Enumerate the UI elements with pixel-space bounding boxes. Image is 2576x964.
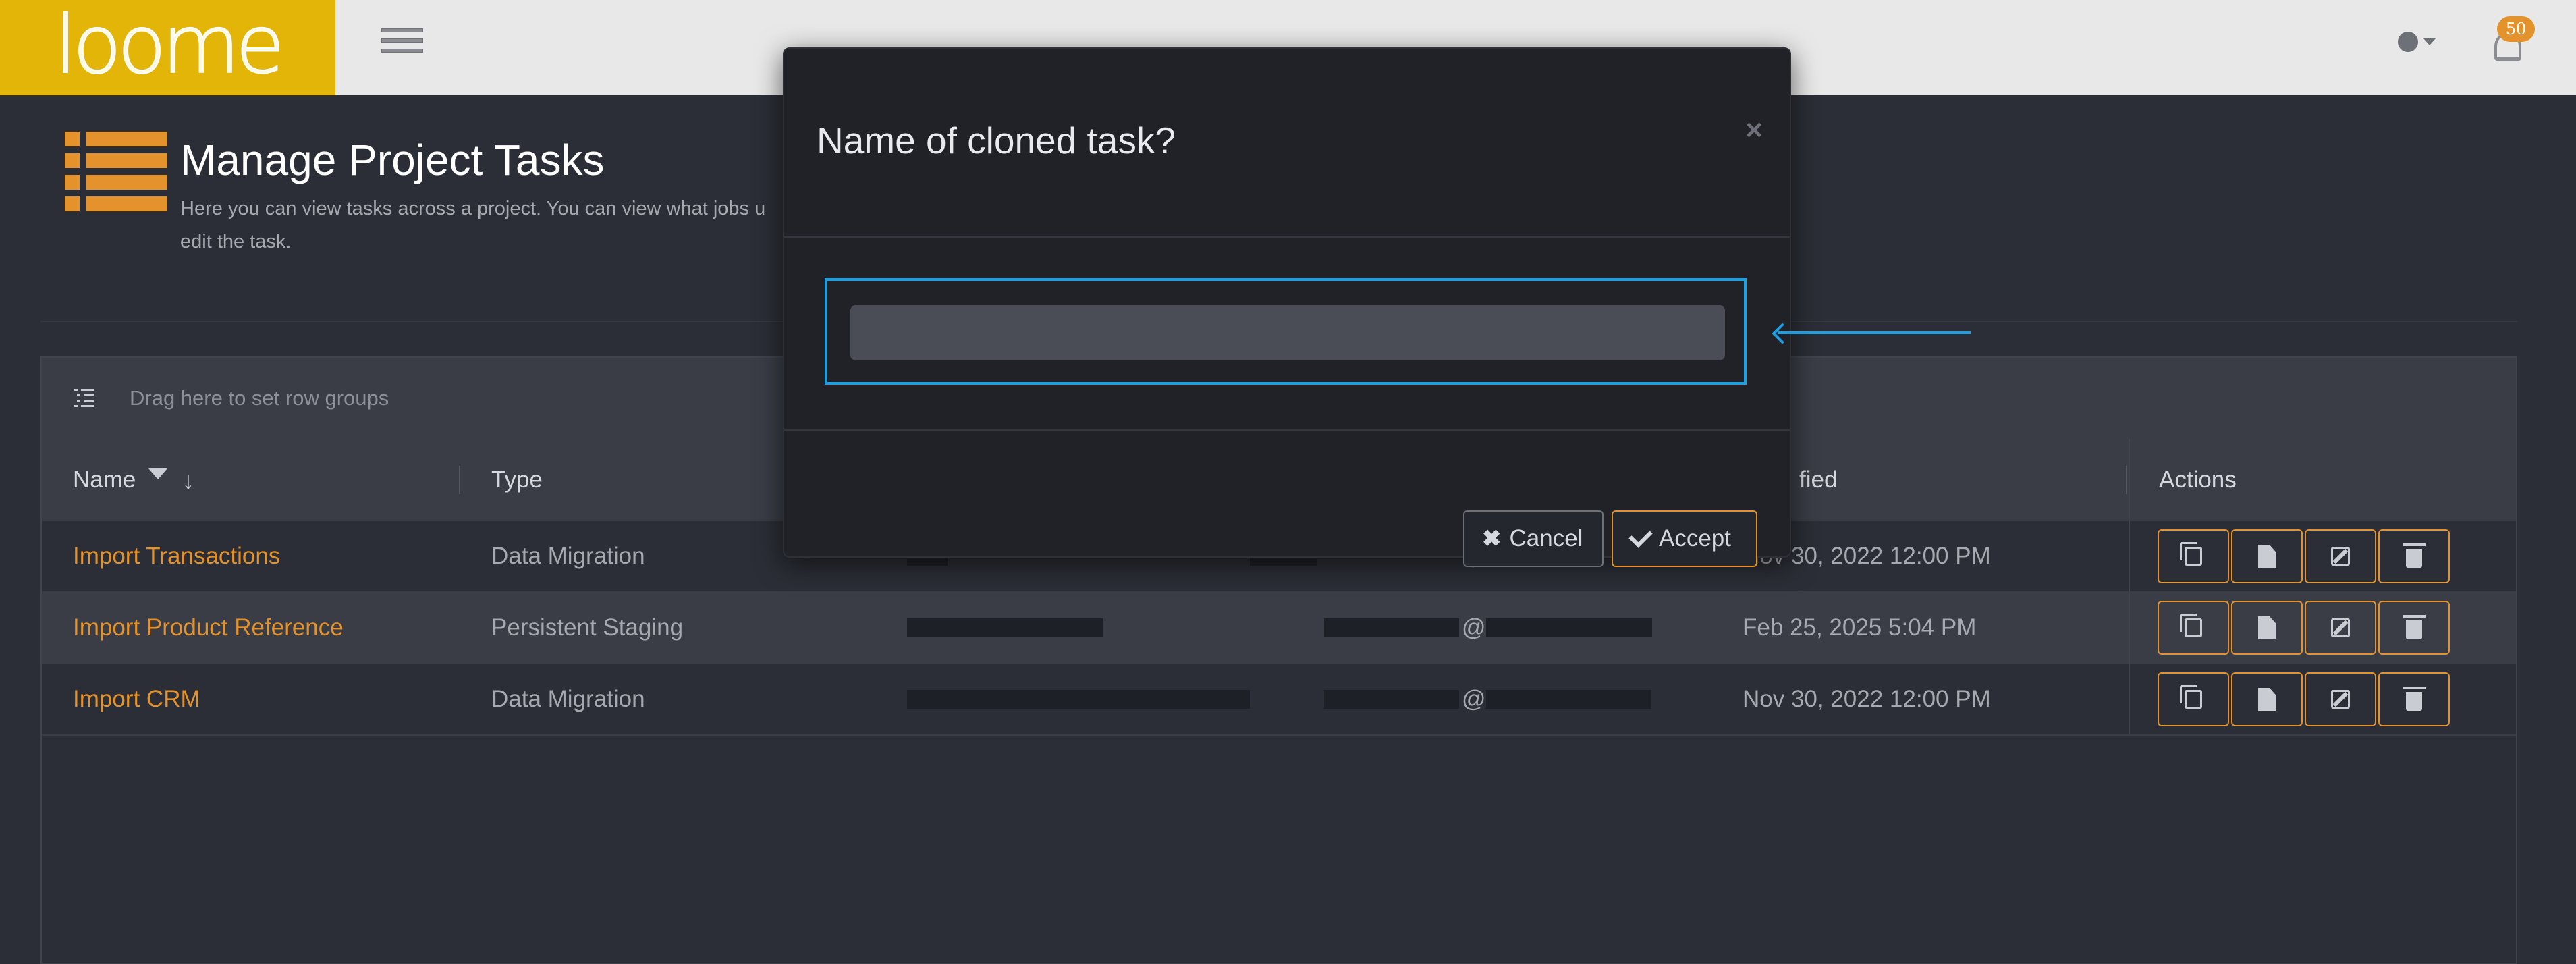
logo-text: loome [54,0,285,91]
logo[interactable]: loome [0,0,335,95]
cancel-button[interactable]: ✖ Cancel [1463,510,1604,567]
column-resize-handle[interactable] [459,466,460,494]
file-icon [2258,616,2276,639]
annotation-arrow-icon [1772,323,1971,344]
view-task-button[interactable] [2231,601,2303,655]
redacted-text [1486,690,1651,709]
delete-task-button[interactable] [2378,672,2450,726]
caret-down-icon [2423,38,2436,45]
clone-task-modal: Name of cloned task? × ✖ Cancel Accept [783,47,1791,567]
check-icon [1628,524,1653,548]
trash-icon [2403,543,2426,568]
actions-column-border [2129,439,2130,734]
task-type: Data Migration [491,686,645,712]
redacted-text [1324,618,1459,637]
column-header-modified[interactable]: fied [1799,439,1837,521]
delete-task-button[interactable] [2378,601,2450,655]
modified-date: Feb 25, 2025 5:04 PM [1743,614,1977,641]
redacted-text [1486,618,1652,637]
globe-icon [2398,32,2418,52]
view-task-button[interactable] [2231,529,2303,583]
row-group-placeholder: Drag here to set row groups [130,386,389,410]
edit-task-button[interactable] [2305,529,2376,583]
modal-header: Name of cloned task? × [784,49,1790,238]
cancel-label: Cancel [1509,525,1583,552]
modal-title: Name of cloned task? [817,119,1176,161]
accept-label: Accept [1659,525,1731,552]
copy-icon [2180,542,2202,566]
menu-toggle-icon[interactable] [381,28,423,58]
task-type: Persistent Staging [491,614,684,641]
list-icon [65,132,167,213]
table-row[interactable]: Import Product Reference Persistent Stag… [42,593,2516,664]
input-highlight [825,278,1747,385]
redacted-text [1324,690,1459,709]
close-icon[interactable]: × [1745,113,1763,147]
notifications-button[interactable]: 50 [2490,16,2535,70]
modal-body [784,238,1790,431]
task-name-link[interactable]: Import CRM [73,664,200,734]
column-header-type[interactable]: Type [491,439,543,521]
column-header-actions: Actions [2159,466,2237,493]
at-sign: @ [1462,686,1486,712]
modal-footer: ✖ Cancel Accept [784,431,1790,567]
language-dropdown[interactable] [2398,28,2445,55]
filter-icon[interactable] [148,468,167,479]
edit-icon [2331,690,2350,709]
copy-icon [2180,614,2202,637]
delete-task-button[interactable] [2378,529,2450,583]
copy-icon [2180,685,2202,709]
view-task-button[interactable] [2231,672,2303,726]
clone-task-button[interactable] [2158,529,2229,583]
file-icon [2258,545,2276,568]
trash-icon [2403,615,2426,639]
notification-badge: 50 [2497,16,2535,42]
cloned-task-name-input[interactable] [850,305,1725,360]
edit-task-button[interactable] [2305,601,2376,655]
redacted-text [907,690,1250,709]
sort-down-icon[interactable]: ↓ [182,468,194,493]
page-description: Here you can view tasks across a project… [180,198,766,252]
page-title: Manage Project Tasks [180,136,605,184]
task-name-link[interactable]: Import Product Reference [73,593,344,663]
file-icon [2258,688,2276,711]
task-name-link[interactable]: Import Transactions [73,521,280,591]
at-sign: @ [1462,614,1486,641]
table-row[interactable]: Import CRM Data Migration @ Nov 30, 2022… [42,664,2516,736]
redacted-text [907,618,1103,637]
edit-icon [2331,547,2350,566]
accept-button[interactable]: Accept [1612,510,1757,567]
row-groups-icon [74,389,94,408]
column-header-name[interactable]: Name [73,439,136,521]
clone-task-button[interactable] [2158,672,2229,726]
edit-task-button[interactable] [2305,672,2376,726]
trash-icon [2403,687,2426,711]
modified-date: Nov 30, 2022 12:00 PM [1743,686,1991,712]
clone-task-button[interactable] [2158,601,2229,655]
times-icon: ✖ [1482,526,1502,552]
column-resize-handle[interactable] [2126,466,2127,494]
task-type: Data Migration [491,543,645,569]
edit-icon [2331,618,2350,637]
